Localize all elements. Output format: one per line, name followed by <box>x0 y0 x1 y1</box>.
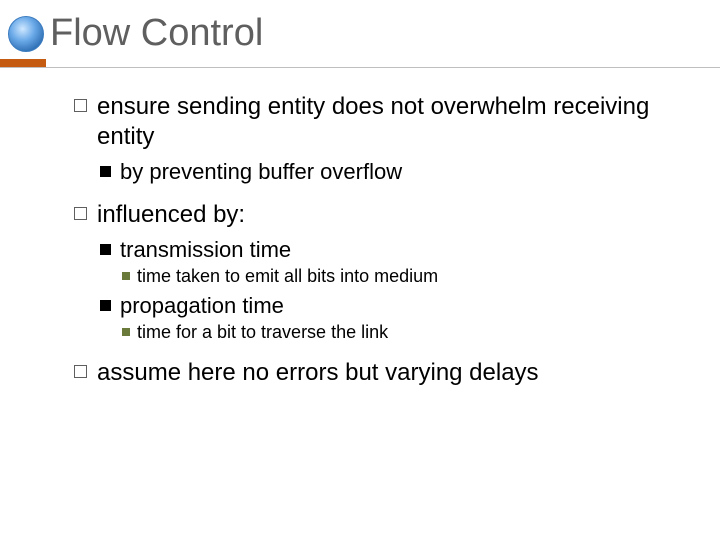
bullet-text: assume here no errors but varying delays <box>97 358 539 388</box>
filled-square-icon <box>100 244 111 255</box>
list-item: ensure sending entity does not overwhelm… <box>74 92 684 186</box>
accent-bar <box>0 59 46 67</box>
small-square-icon <box>122 272 130 280</box>
slide-title: Flow Control <box>50 12 263 55</box>
list-item: influenced by: transmission time time ta… <box>74 200 684 344</box>
bullet-text: by preventing buffer overflow <box>120 158 402 186</box>
list-item: time taken to emit all bits into medium <box>122 265 684 288</box>
hollow-square-icon <box>74 365 87 378</box>
list-item: time for a bit to traverse the link <box>122 321 684 344</box>
list-item: propagation time time for a bit to trave… <box>100 292 684 344</box>
filled-square-icon <box>100 166 111 177</box>
list-item: assume here no errors but varying delays <box>74 358 684 388</box>
slide-content: ensure sending entity does not overwhelm… <box>0 68 720 388</box>
bullet-text: time taken to emit all bits into medium <box>137 265 438 288</box>
bullet-text: transmission time <box>120 236 291 264</box>
globe-icon <box>8 16 44 52</box>
hollow-square-icon <box>74 207 87 220</box>
hollow-square-icon <box>74 99 87 112</box>
filled-square-icon <box>100 300 111 311</box>
bullet-list: ensure sending entity does not overwhelm… <box>74 92 684 388</box>
bullet-text: time for a bit to traverse the link <box>137 321 388 344</box>
bullet-text: influenced by: <box>97 200 245 230</box>
list-item: by preventing buffer overflow <box>100 158 684 186</box>
list-item: transmission time time taken to emit all… <box>100 236 684 288</box>
bullet-text: propagation time <box>120 292 284 320</box>
slide-header: Flow Control <box>0 0 720 57</box>
bullet-text: ensure sending entity does not overwhelm… <box>97 92 684 152</box>
small-square-icon <box>122 328 130 336</box>
